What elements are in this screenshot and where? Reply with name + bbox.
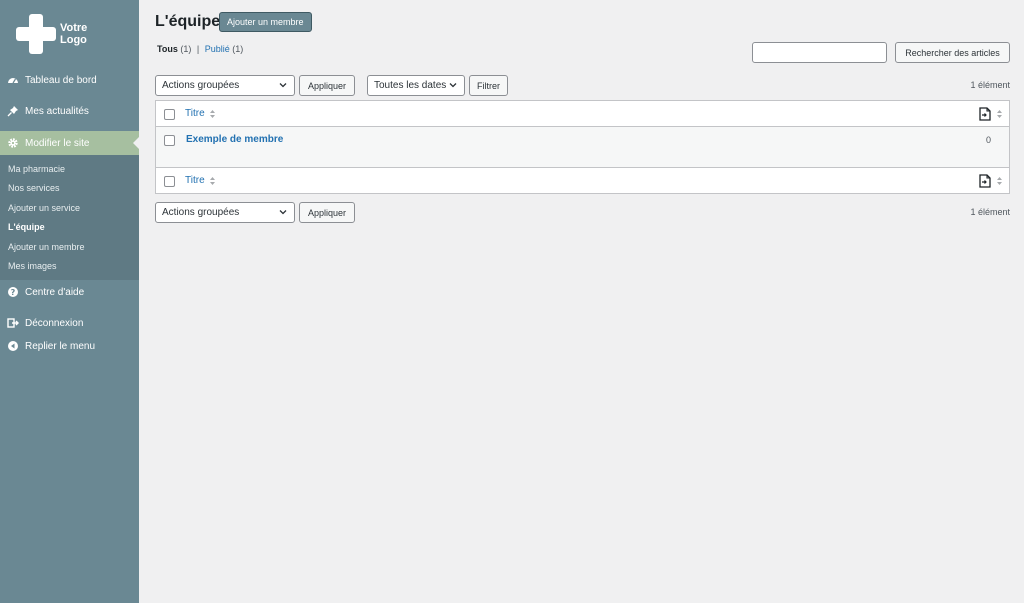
table-row: Exemple de membre 0 xyxy=(156,127,1009,167)
collapse-icon xyxy=(7,340,19,352)
comments-column[interactable] xyxy=(978,107,1003,121)
sort-icon xyxy=(997,110,1002,118)
table-footer: Titre xyxy=(156,167,1009,193)
row-title-link[interactable]: Exemple de membre xyxy=(186,134,283,145)
column-title-sort[interactable]: Titre xyxy=(185,108,216,119)
gear-icon xyxy=(7,137,19,149)
column-title-label: Titre xyxy=(185,175,205,186)
logo-text-line1: Votre xyxy=(60,22,88,34)
dashboard-icon xyxy=(7,74,19,86)
items-count: 1 élément xyxy=(970,80,1010,90)
sidebar-item-news[interactable]: Mes actualités xyxy=(0,99,139,123)
sort-icon xyxy=(997,177,1002,185)
sort-icon xyxy=(209,109,215,118)
cross-logo-icon xyxy=(16,14,56,54)
search-input[interactable] xyxy=(752,42,887,63)
sidebar-item-label: Replier le menu xyxy=(25,340,96,352)
submenu-item-team[interactable]: L'équipe xyxy=(8,222,45,232)
bulk-actions-value: Actions groupées xyxy=(162,207,240,218)
row-comment-count: 0 xyxy=(985,135,991,145)
filter-button[interactable]: Filtrer xyxy=(469,75,508,96)
filter-all[interactable]: Tous xyxy=(157,44,178,54)
table-header: Titre xyxy=(156,101,1009,127)
logout-icon xyxy=(7,317,19,329)
bulk-actions-select[interactable]: Actions groupées xyxy=(155,75,295,96)
bulk-actions-select-bottom[interactable]: Actions groupées xyxy=(155,202,295,223)
dates-select[interactable]: Toutes les dates xyxy=(367,75,465,96)
search-button[interactable]: Rechercher des articles xyxy=(895,42,1010,63)
submenu-item-add-member[interactable]: Ajouter un membre xyxy=(8,242,85,252)
items-count-bottom: 1 élément xyxy=(970,207,1010,217)
logo[interactable]: Votre Logo xyxy=(16,13,126,55)
logo-text-line2: Logo xyxy=(60,34,87,46)
svg-text:?: ? xyxy=(11,288,16,297)
sidebar-item-label: Mes actualités xyxy=(25,105,89,117)
filter-published-count: (1) xyxy=(232,44,244,54)
add-member-button[interactable]: Ajouter un membre xyxy=(219,12,312,32)
submenu-item-add-service[interactable]: Ajouter un service xyxy=(8,203,80,213)
sidebar-submenu: Ma pharmacie Nos services Ajouter un ser… xyxy=(0,155,139,280)
comment-status-icon xyxy=(979,174,991,188)
pin-icon xyxy=(7,105,19,117)
main-content: L'équipe Ajouter un membre Tous (1) | Pu… xyxy=(139,0,1024,603)
page-title: L'équipe xyxy=(155,13,221,30)
sort-icon xyxy=(209,176,215,185)
comments-column-footer[interactable] xyxy=(978,174,1003,188)
sidebar-item-help[interactable]: ? Centre d'aide xyxy=(0,280,139,304)
apply-button-bottom[interactable]: Appliquer xyxy=(299,202,355,223)
sidebar-item-label: Modifier le site xyxy=(25,137,90,149)
filter-all-count: (1) xyxy=(180,44,192,54)
posts-table: Titre Exemple de membre 0 Titre xyxy=(155,100,1010,194)
submenu-item-pharmacy[interactable]: Ma pharmacie xyxy=(8,164,65,174)
help-icon: ? xyxy=(7,286,19,298)
column-title-label: Titre xyxy=(185,108,205,119)
sidebar-collapse-button[interactable]: Replier le menu xyxy=(0,334,139,358)
comment-status-icon xyxy=(979,107,991,121)
admin-sidebar: Votre Logo Tableau de bord Mes actualité… xyxy=(0,0,139,603)
filter-published[interactable]: Publié xyxy=(205,44,230,54)
sidebar-item-label: Centre d'aide xyxy=(25,286,85,298)
bulk-actions-value: Actions groupées xyxy=(162,80,240,91)
sidebar-item-dashboard[interactable]: Tableau de bord xyxy=(0,68,139,92)
row-checkbox[interactable] xyxy=(164,135,175,146)
chevron-down-icon xyxy=(279,83,287,88)
select-all-checkbox[interactable] xyxy=(164,109,175,120)
chevron-down-icon xyxy=(279,210,287,215)
sidebar-item-label: Déconnexion xyxy=(25,317,84,329)
sidebar-item-label: Tableau de bord xyxy=(25,74,97,86)
status-filters: Tous (1) | Publié (1) xyxy=(157,44,243,54)
dates-value: Toutes les dates xyxy=(374,80,447,91)
column-title-sort-footer[interactable]: Titre xyxy=(185,175,216,186)
apply-button[interactable]: Appliquer xyxy=(299,75,355,96)
select-all-checkbox-footer[interactable] xyxy=(164,176,175,187)
sidebar-item-logout[interactable]: Déconnexion xyxy=(0,311,139,335)
submenu-item-services[interactable]: Nos services xyxy=(8,183,60,193)
sidebar-item-edit-site[interactable]: Modifier le site xyxy=(0,131,139,155)
chevron-down-icon xyxy=(449,83,457,88)
submenu-item-images[interactable]: Mes images xyxy=(8,261,57,271)
filter-separator: | xyxy=(196,44,200,54)
